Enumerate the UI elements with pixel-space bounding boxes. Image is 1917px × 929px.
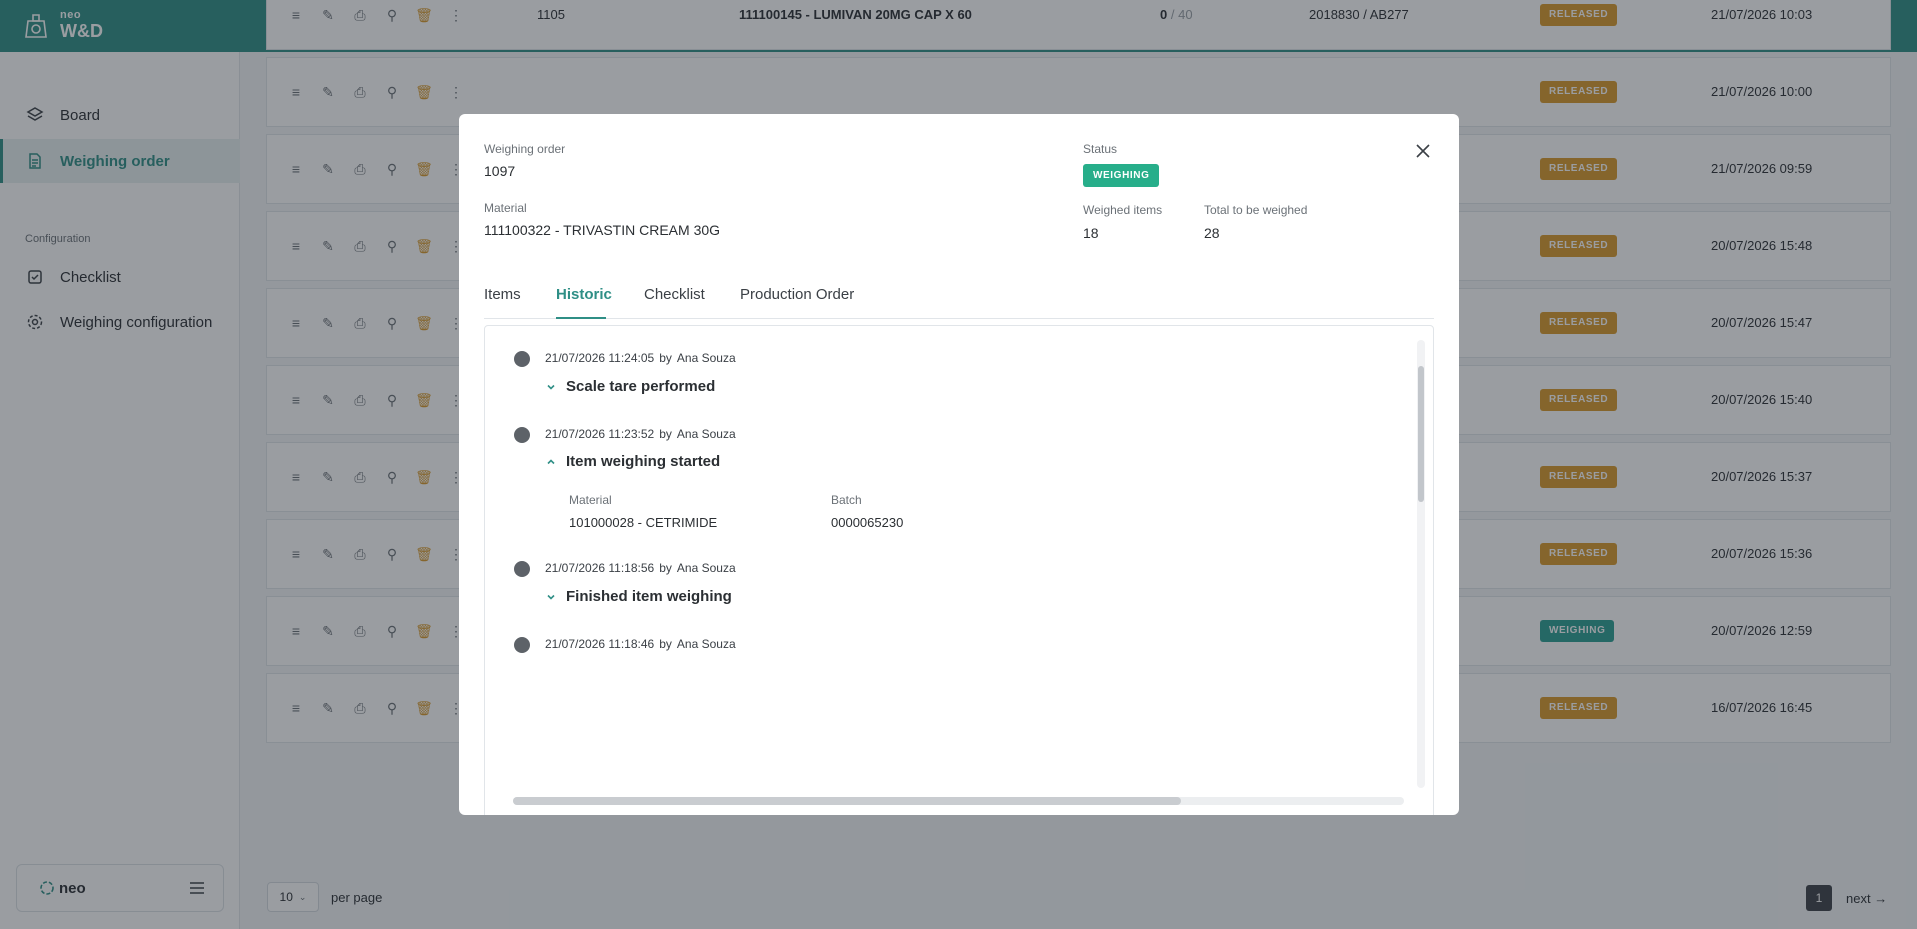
status-label: Status bbox=[1083, 142, 1118, 156]
history-by: by bbox=[659, 637, 672, 651]
status-badge: WEIGHING bbox=[1083, 164, 1160, 187]
tab-production-order[interactable]: Production Order bbox=[740, 286, 854, 303]
weighed-items-label: Weighed items bbox=[1083, 203, 1163, 217]
history-user: Ana Souza bbox=[676, 561, 736, 575]
weighed-items-value: 18 bbox=[1083, 225, 1099, 241]
timeline-dot bbox=[514, 351, 530, 367]
history-meta: 21/07/2026 11:18:46 by Ana Souza bbox=[545, 637, 736, 651]
history-meta: 21/07/2026 11:23:52 by Ana Souza bbox=[545, 427, 736, 441]
history-timestamp: 21/07/2026 11:24:05 bbox=[545, 351, 655, 365]
timeline-dot bbox=[514, 637, 530, 653]
order-value: 1097 bbox=[484, 163, 516, 179]
tab-checklist[interactable]: Checklist bbox=[644, 286, 705, 303]
history-event-toggle[interactable]: Finished item weighing bbox=[546, 588, 732, 605]
history-timestamp: 21/07/2026 11:23:52 bbox=[545, 427, 655, 441]
history-event-title: Scale tare performed bbox=[566, 378, 716, 395]
history-vertical-scroll-thumb[interactable] bbox=[1418, 366, 1424, 502]
history-meta: 21/07/2026 11:18:56 by Ana Souza bbox=[545, 561, 736, 575]
timeline-dot bbox=[514, 561, 530, 577]
close-icon[interactable] bbox=[1412, 140, 1434, 162]
weighing-order-modal: Weighing order 1097 Material 111100322 -… bbox=[459, 114, 1459, 815]
material-label: Material bbox=[484, 201, 527, 215]
history-event-toggle[interactable]: Item weighing started bbox=[546, 453, 720, 470]
order-label: Weighing order bbox=[484, 142, 566, 156]
chevron-down-icon bbox=[547, 594, 555, 600]
history-by: by bbox=[659, 351, 672, 365]
history-user: Ana Souza bbox=[676, 427, 736, 441]
history-event-toggle[interactable]: Scale tare performed bbox=[546, 378, 715, 395]
detail-material-value: 101000028 - CETRIMIDE bbox=[569, 515, 718, 530]
history-meta: 21/07/2026 11:24:05 by Ana Souza bbox=[545, 351, 736, 365]
detail-batch-value: 0000065230 bbox=[831, 515, 904, 530]
total-to-be-weighed-label: Total to be weighed bbox=[1204, 203, 1308, 217]
history-user: Ana Souza bbox=[676, 351, 736, 365]
history-timestamp: 21/07/2026 11:18:46 bbox=[545, 637, 655, 651]
modal-tabs: Items Historic Checklist Production Orde… bbox=[484, 269, 1434, 319]
history-horizontal-scroll-thumb[interactable] bbox=[513, 797, 1181, 805]
total-to-be-weighed-value: 28 bbox=[1204, 225, 1220, 241]
history-by: by bbox=[659, 427, 672, 441]
active-tab-indicator bbox=[556, 317, 606, 319]
history-user: Ana Souza bbox=[676, 637, 736, 651]
tab-historic[interactable]: Historic bbox=[556, 286, 612, 303]
tab-items[interactable]: Items bbox=[484, 286, 521, 303]
detail-material-label: Material bbox=[569, 493, 612, 507]
timeline-dot bbox=[514, 427, 530, 443]
chevron-down-icon bbox=[547, 384, 555, 390]
material-value: 111100322 - TRIVASTIN CREAM 30G bbox=[484, 222, 721, 238]
history-timestamp: 21/07/2026 11:18:56 bbox=[545, 561, 655, 575]
history-event-title: Item weighing started bbox=[566, 453, 721, 470]
history-by: by bbox=[659, 561, 672, 575]
detail-batch-label: Batch bbox=[831, 493, 862, 507]
chevron-up-icon bbox=[547, 458, 555, 464]
history-event-title: Finished item weighing bbox=[566, 588, 732, 605]
